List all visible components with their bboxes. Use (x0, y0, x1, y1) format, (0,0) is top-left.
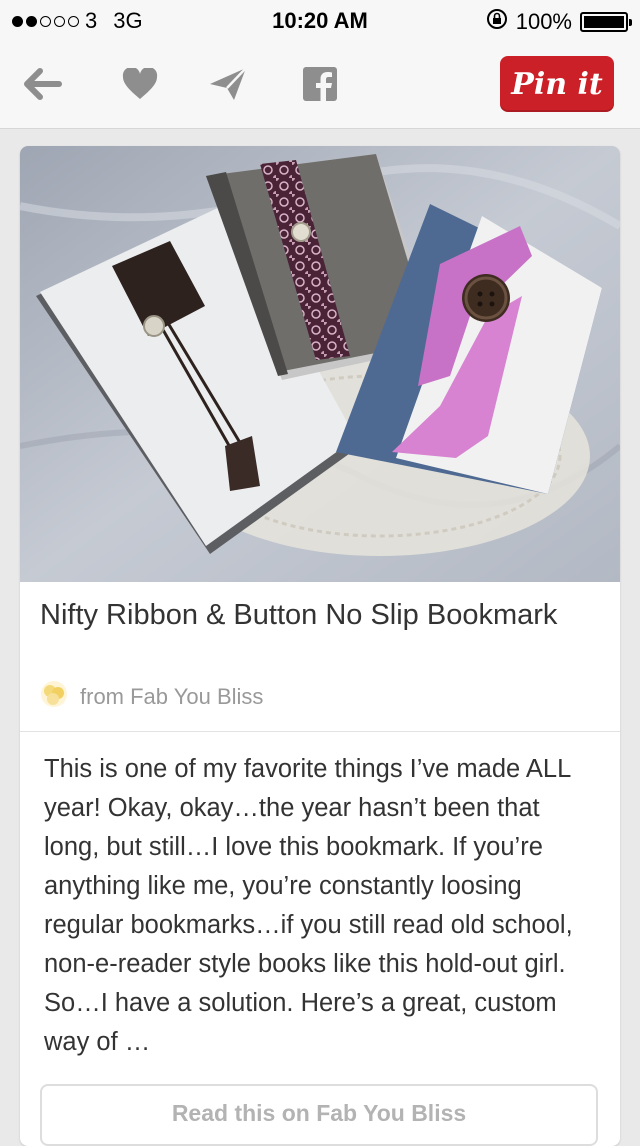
heart-icon[interactable] (118, 62, 162, 106)
battery-percent: 100% (515, 9, 572, 34)
read-on-source-button[interactable]: Read this on Fab You Bliss (40, 1084, 598, 1146)
source-label: from Fab You Bliss (80, 684, 264, 709)
paper-plane-icon[interactable] (206, 62, 250, 106)
pin-description: This is one of my favorite things I’ve m… (44, 755, 573, 1056)
arrow-left-icon[interactable] (20, 62, 64, 106)
pin-card: Nifty Ribbon & Button No Slip Bookmark f… (20, 146, 620, 1146)
pin-toolbar: Pin it (0, 40, 640, 129)
rotation-lock-icon (486, 8, 508, 36)
pin-it-button[interactable]: Pin it (500, 56, 614, 112)
pin-source[interactable]: from Fab You Bliss (40, 680, 263, 714)
status-bar: 3 3G 10:20 AM 100% (0, 0, 640, 40)
pin-image[interactable] (20, 146, 620, 582)
battery-icon (580, 12, 632, 32)
status-right: 100% (486, 8, 632, 36)
divider (20, 731, 620, 732)
facebook-icon[interactable] (298, 62, 342, 106)
source-avatar (40, 680, 68, 714)
pin-title[interactable]: Nifty Ribbon & Button No Slip Bookmark (40, 596, 600, 634)
